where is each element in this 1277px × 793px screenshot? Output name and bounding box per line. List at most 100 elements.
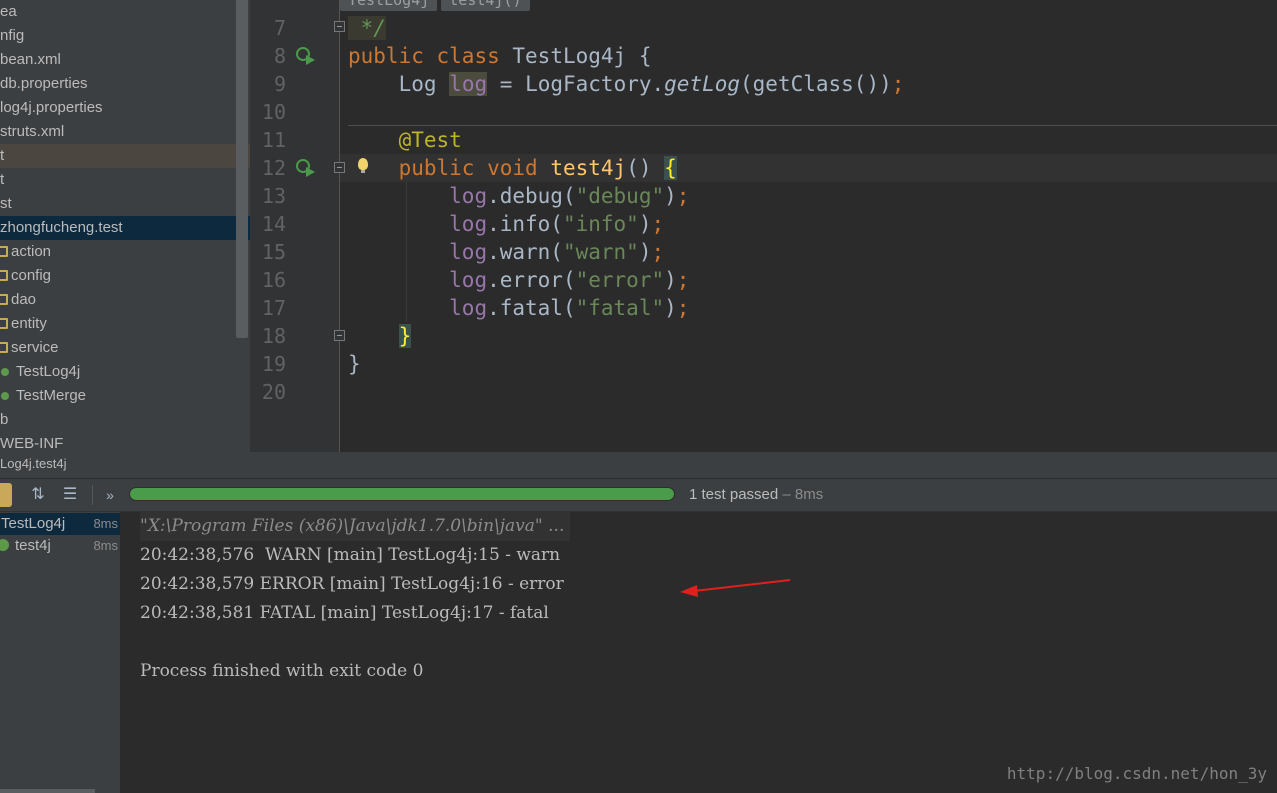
code-line: log.error("error"); — [348, 266, 689, 294]
run-config-name: Log4j.test4j — [0, 456, 67, 471]
tree-item-label: st — [0, 195, 12, 212]
line-number: 13 — [261, 184, 286, 208]
tree-item-label: WEB-INF — [0, 435, 64, 452]
tree-item-label: bean.xml — [0, 51, 61, 68]
result-row-class[interactable]: TestLog4j 8ms — [0, 513, 120, 535]
test-ok-icon — [0, 539, 9, 551]
sort-duration-icon[interactable]: ☰ — [58, 483, 82, 507]
fold-icon[interactable] — [334, 21, 345, 32]
brace: } — [398, 324, 412, 348]
annotation: @Test — [398, 128, 462, 152]
tree-item[interactable]: nfig — [0, 24, 24, 48]
string-literal: "error" — [575, 268, 665, 292]
tree-item[interactable]: db.properties — [0, 72, 88, 96]
more-icon[interactable]: » — [100, 483, 120, 507]
tree-scrollbar[interactable] — [236, 0, 248, 338]
fold-icon[interactable] — [334, 162, 345, 173]
tree-item-testmerge[interactable]: TestMerge — [0, 384, 86, 408]
run-config-title: Log4j.test4j — [0, 452, 1277, 479]
brace: { — [664, 156, 677, 180]
line-number: 20 — [261, 380, 286, 404]
tree-item-label: log4j.properties — [0, 99, 103, 116]
paren: ) — [638, 240, 652, 264]
tree-item[interactable]: t — [0, 168, 4, 192]
tree-item-label: action — [11, 243, 52, 260]
keyword: class — [436, 44, 500, 68]
tree-item-label: config — [11, 267, 52, 284]
paren: ) — [664, 296, 677, 320]
keyword: void — [487, 156, 538, 180]
console-command-line[interactable]: "X:\Program Files (x86)\Java\jdk1.7.0\bi… — [140, 512, 571, 541]
tree-item[interactable]: log4j.properties — [0, 96, 103, 120]
field-name: log — [449, 184, 488, 208]
line-number: 11 — [261, 128, 286, 152]
tree-item-label: struts.xml — [0, 123, 65, 140]
breadcrumb-method[interactable]: test4j() — [441, 0, 530, 11]
toggle-passed-icon[interactable] — [0, 483, 12, 507]
tree-item-label: zhongfucheng.test — [0, 219, 123, 236]
tree-item-package[interactable]: zhongfucheng.test — [0, 216, 250, 240]
class-ref: LogFactory. — [525, 72, 665, 96]
test-class-icon — [1, 392, 9, 400]
code-line: log.warn("warn"); — [348, 238, 664, 266]
brace: } — [348, 352, 361, 376]
semicolon: ; — [676, 296, 690, 320]
breadcrumb: TestLog4j test4j() — [340, 0, 534, 11]
args: (getClass()) — [740, 72, 892, 96]
run-test-icon[interactable] — [296, 159, 315, 177]
method-call: .debug( — [487, 184, 576, 208]
console-line: 20:42:38,576 WARN [main] TestLog4j:15 - … — [140, 545, 561, 565]
run-toolbar: ⇅ ☰ » 1 test passed – 8ms — [0, 479, 1277, 512]
tree-item-label: b — [0, 411, 9, 428]
progress-fill — [130, 488, 674, 500]
tree-item[interactable]: st — [0, 192, 12, 216]
tree-item-label: dao — [11, 291, 37, 308]
code-editor[interactable]: TestLog4j test4j() 7 8 9 10 11 12 13 14 1… — [250, 0, 1277, 452]
test-progress-bar — [129, 487, 675, 501]
console-exit-line: Process finished with exit code 0 — [140, 661, 424, 681]
result-row-method[interactable]: test4j 8ms — [0, 535, 120, 557]
breadcrumb-class[interactable]: TestLog4j — [340, 0, 438, 11]
results-scrollbar[interactable] — [0, 789, 95, 793]
console-line: 20:42:38,581 FATAL [main] TestLog4j:17 -… — [140, 603, 549, 623]
tree-item-config[interactable]: config — [0, 264, 51, 288]
tree-item[interactable]: ea — [0, 0, 17, 24]
tree-item-label: t — [0, 147, 5, 164]
semicolon: ; — [676, 268, 690, 292]
tree-item-webinf[interactable]: WEB-INF — [0, 432, 63, 452]
folder-icon — [0, 246, 8, 257]
tree-item-service[interactable]: service — [0, 336, 59, 360]
tree-item-entity[interactable]: entity — [0, 312, 47, 336]
folder-icon — [0, 294, 8, 305]
line-number: 7 — [273, 16, 286, 40]
paren: ) — [664, 184, 677, 208]
semicolon: ; — [651, 240, 665, 264]
method-call: .warn( — [487, 240, 563, 264]
code-line: log.debug("debug"); — [348, 182, 689, 210]
tree-item[interactable]: t — [0, 144, 250, 168]
result-time: 8ms — [93, 538, 118, 553]
fold-icon[interactable] — [334, 330, 345, 341]
result-time: 8ms — [93, 516, 118, 531]
method-call: .fatal( — [487, 296, 576, 320]
tree-item-testlog4j[interactable]: TestLog4j — [0, 360, 80, 384]
folder-icon — [0, 270, 8, 281]
console-output[interactable]: "X:\Program Files (x86)\Java\jdk1.7.0\bi… — [121, 512, 1277, 793]
line-number: 15 — [261, 240, 286, 264]
tree-item-dao[interactable]: dao — [0, 288, 36, 312]
semicolon: ; — [676, 184, 690, 208]
semicolon: ; — [891, 72, 905, 96]
line-number: 18 — [261, 324, 286, 348]
tree-item[interactable]: b — [0, 408, 8, 432]
tree-item-action[interactable]: action — [0, 240, 51, 264]
sort-alpha-icon[interactable]: ⇅ — [26, 483, 50, 507]
parens: () — [626, 156, 652, 180]
run-test-icon[interactable] — [296, 47, 315, 65]
code-line: public class TestLog4j { — [348, 42, 652, 70]
test-status: 1 test passed – 8ms — [689, 479, 823, 510]
tree-item-label: TestLog4j — [16, 363, 81, 380]
tree-item-label: TestMerge — [16, 387, 87, 404]
tree-item[interactable]: struts.xml — [0, 120, 64, 144]
tree-item[interactable]: bean.xml — [0, 48, 61, 72]
line-number: 14 — [261, 212, 286, 236]
